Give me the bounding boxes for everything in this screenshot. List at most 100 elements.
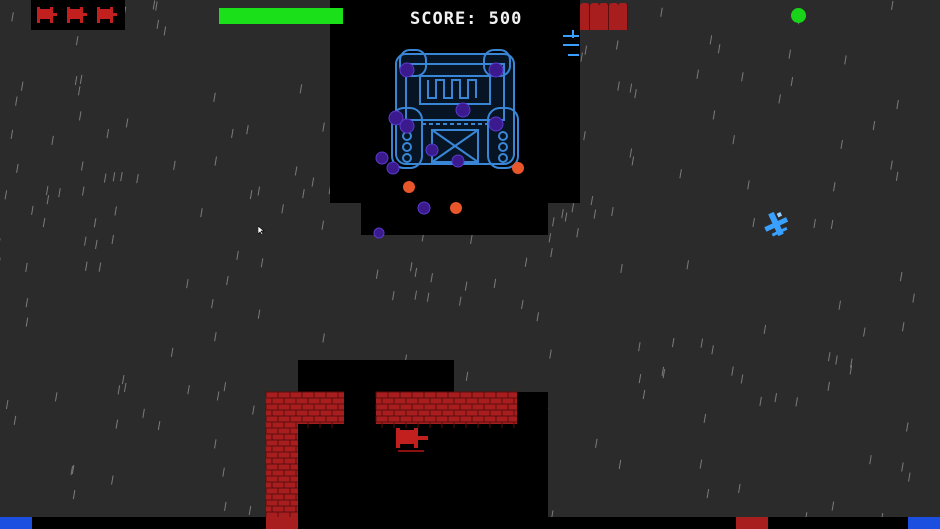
raindrop <box>899 272 903 282</box>
raindrop <box>213 92 216 102</box>
status-indicator <box>791 8 806 23</box>
raindrop <box>790 76 794 87</box>
raindrop <box>260 258 264 268</box>
raindrop <box>740 374 744 384</box>
raindrop <box>214 439 217 449</box>
raindrop <box>576 228 579 238</box>
raindrop <box>136 174 139 184</box>
raindrop <box>152 0 156 10</box>
raindrop <box>281 204 284 214</box>
raindrop <box>706 489 710 499</box>
raindrop <box>732 135 735 145</box>
raindrop <box>106 128 110 139</box>
raindrop <box>15 96 18 106</box>
raindrop <box>561 209 564 219</box>
raindrop <box>524 257 528 267</box>
raindrop <box>322 122 325 132</box>
raindrop <box>246 125 249 135</box>
raindrop <box>375 269 379 279</box>
raindrop <box>157 420 161 431</box>
raindrop <box>872 120 876 131</box>
raindrop <box>78 111 82 121</box>
raindrop <box>4 190 8 200</box>
red-shell-icon <box>618 3 628 30</box>
raindrop <box>552 217 555 227</box>
score-display: SCORE: 500 <box>410 9 523 29</box>
raindrop <box>738 483 741 493</box>
raindrop <box>642 389 646 400</box>
blue-jet-player-icon[interactable] <box>760 208 792 240</box>
raindrop <box>321 220 325 230</box>
raindrop <box>795 397 798 407</box>
raindrop <box>465 371 469 381</box>
raindrop <box>322 333 325 343</box>
raindrop <box>580 52 583 62</box>
raindrop <box>414 290 418 300</box>
raindrop <box>458 296 462 306</box>
raindrop <box>671 338 675 348</box>
raindrop <box>747 180 750 190</box>
raindrop <box>187 385 190 395</box>
raindrop <box>908 472 911 482</box>
raindrop <box>93 218 97 228</box>
raindrop <box>156 19 160 29</box>
raindrop <box>214 332 217 342</box>
raindrop <box>72 489 76 500</box>
raindrop <box>123 382 127 393</box>
raindrop <box>536 312 540 322</box>
raindrop <box>80 161 84 171</box>
raindrop <box>173 160 176 170</box>
raindrop <box>827 381 830 391</box>
health-bar-fill <box>219 8 343 24</box>
raindrop <box>226 276 229 286</box>
raindrop <box>890 0 894 11</box>
raindrop <box>617 81 620 91</box>
game-canvas[interactable] <box>0 0 940 529</box>
raindrop <box>618 459 622 470</box>
raindrop <box>294 166 298 176</box>
raindrop <box>216 391 220 401</box>
raindrop <box>249 190 253 200</box>
raindrop <box>170 347 174 357</box>
raindrop <box>414 267 418 277</box>
raindrop <box>863 327 866 337</box>
raindrop <box>236 250 239 260</box>
raindrop <box>571 203 575 213</box>
raindrop <box>493 278 497 288</box>
raindrop <box>25 317 29 327</box>
raindrop <box>117 385 121 395</box>
raindrop <box>20 81 24 91</box>
raindrop <box>616 40 619 50</box>
raindrop <box>896 99 899 110</box>
raindrop <box>222 467 225 477</box>
raindrop <box>869 455 872 465</box>
red-shell-icon <box>608 3 619 30</box>
raindrop <box>409 262 413 272</box>
raindrop <box>759 396 762 406</box>
raindrop <box>82 186 85 196</box>
raindrop <box>84 236 87 246</box>
raindrop <box>121 374 125 385</box>
raindrop <box>115 419 119 429</box>
red-tank-icon <box>35 5 57 25</box>
raindrop <box>392 291 395 301</box>
raindrop <box>302 189 305 199</box>
raindrop <box>85 261 88 271</box>
raindrop <box>703 413 707 423</box>
raindrop <box>521 299 524 310</box>
raindrop <box>838 300 841 310</box>
raindrop <box>709 35 713 45</box>
raindrop <box>700 338 704 348</box>
raindrop <box>840 139 843 149</box>
red-shell-icon <box>589 3 600 30</box>
health-bar <box>219 8 343 24</box>
raindrop <box>103 173 107 183</box>
red-tank-icon <box>95 5 117 25</box>
raindrop <box>430 273 433 283</box>
raindrop <box>13 415 17 425</box>
raindrop <box>11 12 14 22</box>
raindrop <box>634 89 637 99</box>
raindrop <box>611 206 614 217</box>
raindrop <box>75 36 79 46</box>
raindrop <box>549 349 552 359</box>
